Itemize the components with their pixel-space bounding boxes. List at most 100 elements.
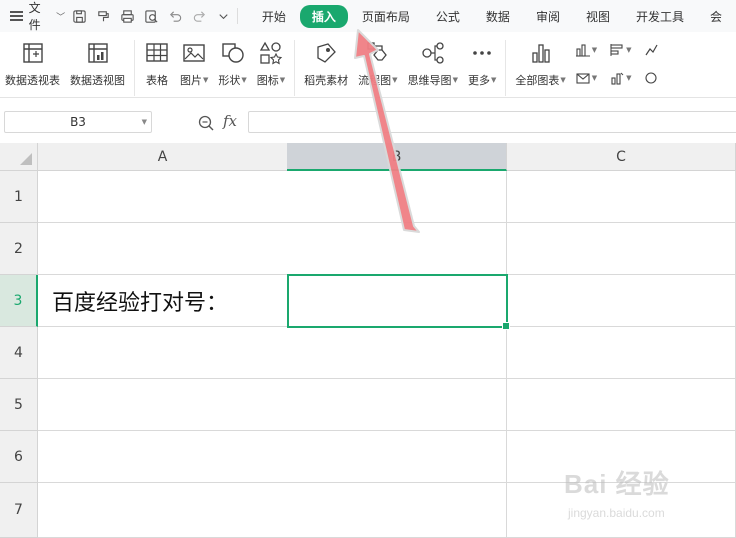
all-charts-button[interactable]: 全部图表 ▼ <box>510 40 570 88</box>
stacked-chart-button[interactable]: ▼ <box>609 70 632 86</box>
all-charts-label-text: 全部图表 <box>515 74 560 87</box>
quick-access-toolbar <box>71 8 231 24</box>
column-chart-button[interactable]: ▼ <box>575 42 597 58</box>
picture-label: 图片 ▼ <box>180 72 208 88</box>
icon-library-button[interactable]: 图标 ▼ <box>252 40 290 88</box>
dropdown-caret-icon: ▼ <box>560 76 566 84</box>
cell-c1[interactable] <box>507 171 736 223</box>
cell-a3[interactable]: 百度经验打对号： <box>38 275 288 327</box>
pivot-chart-button[interactable]: 数据透视图 <box>65 40 130 88</box>
cell-a6[interactable] <box>38 431 288 483</box>
customize-dropdown-icon[interactable] <box>215 8 231 24</box>
tab-review[interactable]: 审阅 <box>524 5 572 28</box>
ribbon-divider <box>134 40 135 96</box>
row-header-1[interactable]: 1 <box>0 171 38 223</box>
cell-a1[interactable] <box>38 171 288 223</box>
cell-c4[interactable] <box>507 327 736 379</box>
undo-icon[interactable] <box>167 8 183 24</box>
toolbar-divider <box>237 8 238 24</box>
chevron-down-icon: ﹀ <box>56 12 66 23</box>
save-icon[interactable] <box>71 8 87 24</box>
column-header-a[interactable]: A <box>38 143 288 171</box>
pivot-table-button[interactable]: 数据透视表 <box>0 40 65 88</box>
shape-button[interactable]: 形状 ▼ <box>213 40 251 88</box>
formula-input[interactable] <box>248 111 736 133</box>
mindmap-button[interactable]: 思维导图 ▼ <box>403 40 463 88</box>
stacked-chart-icon <box>611 72 624 85</box>
cell-reference: B3 <box>70 115 86 129</box>
dropdown-caret-icon: ▼ <box>626 74 632 82</box>
print-preview-icon[interactable] <box>143 8 159 24</box>
cell-a5[interactable] <box>38 379 288 431</box>
cell-a2[interactable] <box>38 223 288 275</box>
cell-a7[interactable] <box>38 483 288 538</box>
menu-bar: 文件 ﹀ 开始 插入 页面布局 公式 数据 审阅 视图 开发工具 会 <box>0 0 736 32</box>
dropdown-caret-icon: ▼ <box>591 46 598 54</box>
tab-member[interactable]: 会 <box>698 5 734 28</box>
select-all-corner[interactable] <box>0 143 38 171</box>
chart-type-shortcuts: ▼ ▼ ▼ ▼ <box>575 40 660 86</box>
tab-home[interactable]: 开始 <box>250 5 298 28</box>
cell-b5[interactable] <box>287 379 507 431</box>
chevron-down-icon: ▼ <box>141 118 147 126</box>
tab-formulas[interactable]: 公式 <box>424 5 472 28</box>
partial-chart-2-button[interactable] <box>644 70 660 86</box>
column-header-b[interactable]: B <box>287 143 507 171</box>
material-icon <box>313 40 339 66</box>
picture-icon <box>181 40 207 66</box>
partial-chart-2-icon <box>644 72 657 84</box>
table-icon <box>144 40 170 66</box>
picture-label-text: 图片 <box>180 74 202 87</box>
zoom-search-icon[interactable] <box>197 114 215 132</box>
cell-b4[interactable] <box>287 327 507 379</box>
tab-insert[interactable]: 插入 <box>299 4 348 28</box>
print-icon[interactable] <box>119 8 135 24</box>
dropdown-caret-icon: ▼ <box>241 76 247 84</box>
row-header-4[interactable]: 4 <box>0 327 38 379</box>
tab-data[interactable]: 数据 <box>474 5 522 28</box>
name-box[interactable]: B3 ▼ <box>4 111 152 133</box>
format-painter-icon[interactable] <box>95 8 111 24</box>
envelope-chart-button[interactable]: ▼ <box>575 70 597 86</box>
dropdown-caret-icon: ▼ <box>392 76 398 84</box>
row-header-6[interactable]: 6 <box>0 431 38 483</box>
pivot-table-label: 数据透视表 <box>5 74 60 87</box>
more-label: 更多 ▼ <box>468 72 496 88</box>
column-header-c[interactable]: C <box>507 143 736 171</box>
dropdown-caret-icon: ▼ <box>452 76 458 84</box>
mindmap-icon <box>420 40 446 66</box>
pivot-table-icon <box>20 40 46 66</box>
picture-button[interactable]: 图片 ▼ <box>175 40 213 88</box>
table-button[interactable]: 表格 <box>139 40 175 88</box>
tab-page-layout[interactable]: 页面布局 <box>350 5 422 28</box>
row-header-2[interactable]: 2 <box>0 223 38 275</box>
material-button[interactable]: 稻壳素材 <box>299 40 353 88</box>
cell-c5[interactable] <box>507 379 736 431</box>
row-header-7[interactable]: 7 <box>0 483 38 538</box>
cell-c2[interactable] <box>507 223 736 275</box>
bar-chart-horizontal-button[interactable]: ▼ <box>609 42 632 58</box>
cell-c3[interactable] <box>507 275 736 327</box>
envelope-icon <box>576 73 590 84</box>
cell-b6[interactable] <box>287 431 507 483</box>
cell-b7[interactable] <box>287 483 507 538</box>
tab-developer[interactable]: 开发工具 <box>624 5 696 28</box>
redo-icon[interactable] <box>191 8 207 24</box>
cell-b1[interactable] <box>287 171 507 223</box>
partial-chart-button[interactable] <box>644 42 660 58</box>
table-label: 表格 <box>146 74 168 87</box>
row-header-5[interactable]: 5 <box>0 379 38 431</box>
icon-library-label: 图标 ▼ <box>257 72 285 88</box>
watermark-logo: Bai 经验 <box>564 469 670 499</box>
fx-icon[interactable]: fx <box>223 112 237 130</box>
file-menu[interactable]: 文件 ﹀ <box>0 0 65 33</box>
flowchart-button[interactable]: 流程图 ▼ <box>353 40 402 88</box>
row-header-3[interactable]: 3 <box>0 275 38 327</box>
dropdown-caret-icon: ▼ <box>626 46 632 54</box>
more-button[interactable]: 更多 ▼ <box>463 40 501 88</box>
tab-view[interactable]: 视图 <box>574 5 622 28</box>
mindmap-label-text: 思维导图 <box>407 74 452 87</box>
cell-a4[interactable] <box>38 327 288 379</box>
cell-b2[interactable] <box>287 223 507 275</box>
ribbon-tabs: 开始 插入 页面布局 公式 数据 审阅 视图 开发工具 会 <box>250 4 736 28</box>
